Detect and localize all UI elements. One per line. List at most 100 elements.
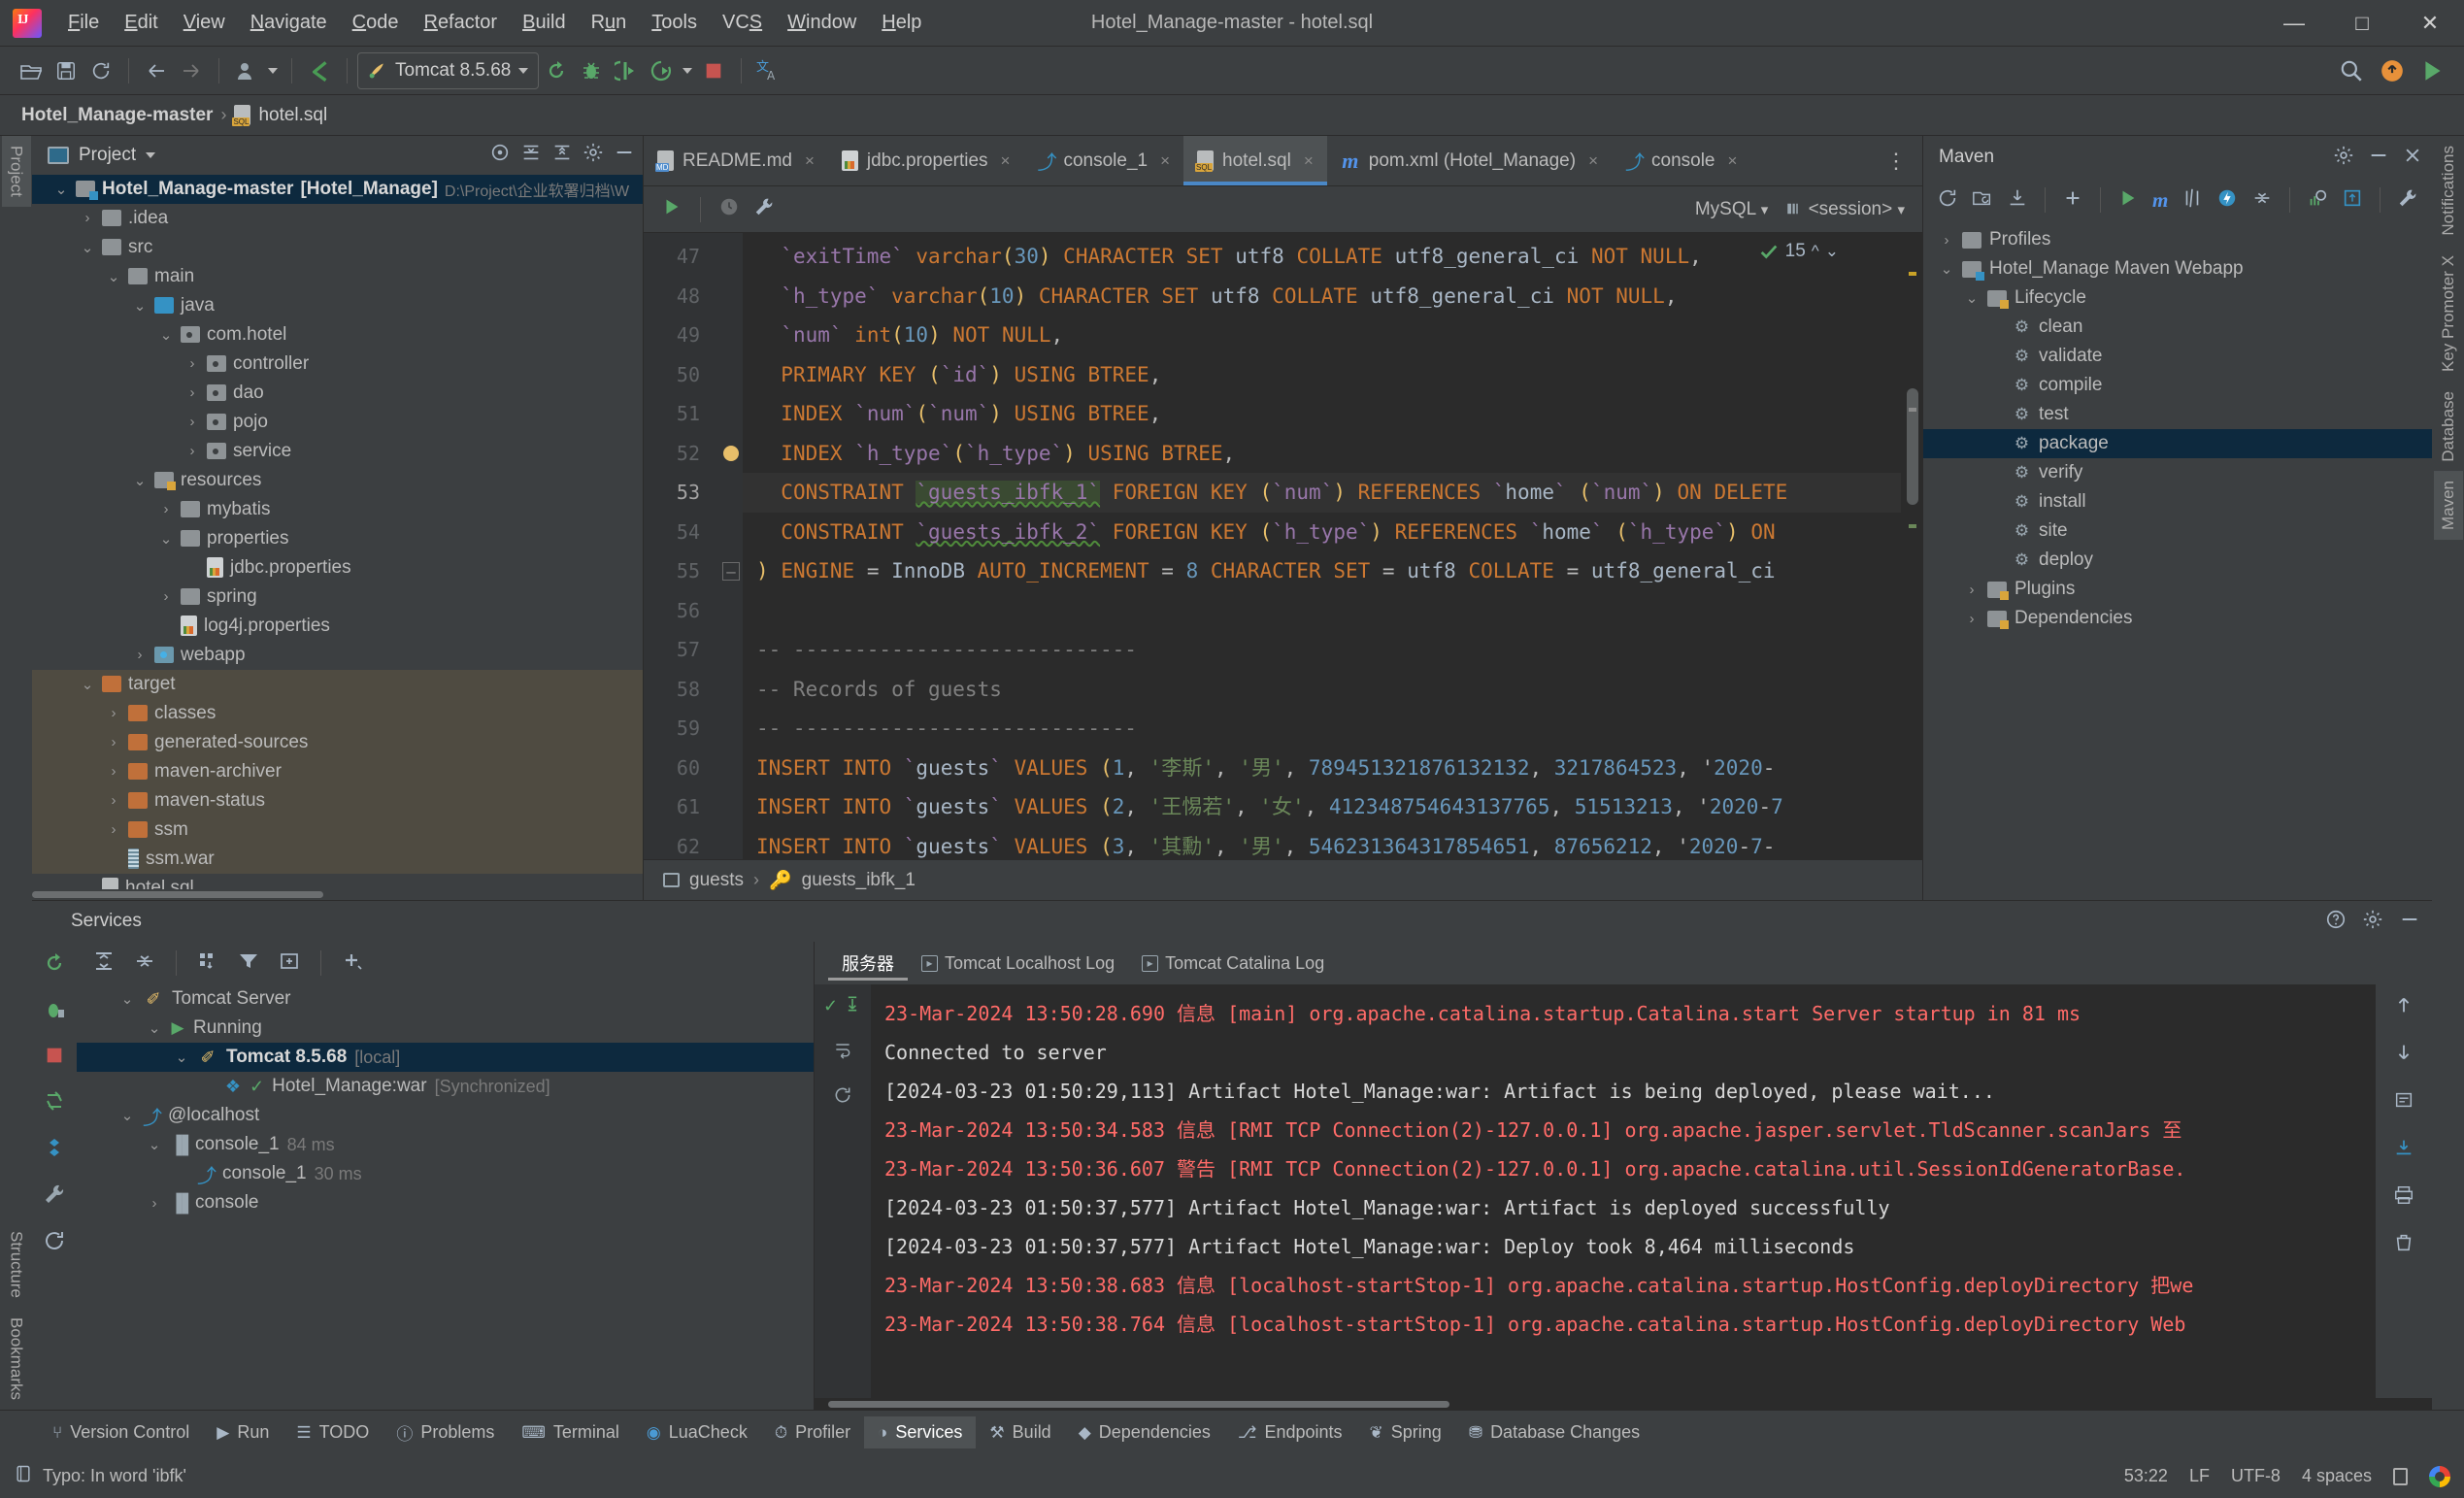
services-tree-item-console[interactable]: › ▐▌ console bbox=[77, 1188, 814, 1217]
forward-arrow-icon[interactable] bbox=[174, 53, 209, 88]
log-tab-tomcat-catalina-log[interactable]: ▸ Tomcat Catalina Log bbox=[1128, 949, 1338, 978]
breadcrumb-table[interactable]: guests bbox=[689, 870, 744, 891]
debug-icon[interactable] bbox=[43, 998, 66, 1026]
close-tab-icon[interactable]: × bbox=[1588, 151, 1598, 171]
chevron-right-icon[interactable]: › bbox=[184, 414, 200, 430]
chevron-down-icon[interactable]: ⌄ bbox=[147, 1136, 162, 1153]
execute-query-icon[interactable] bbox=[661, 196, 683, 222]
collapse-all-icon[interactable] bbox=[2251, 187, 2273, 214]
chevron-right-icon[interactable]: › bbox=[106, 734, 121, 750]
collapse-all-icon[interactable] bbox=[133, 949, 156, 978]
close-tab-icon[interactable]: × bbox=[1304, 151, 1314, 171]
project-tree-item-maven-status[interactable]: › maven-status bbox=[32, 785, 643, 816]
project-tree-item-java[interactable]: ⌄ java bbox=[32, 291, 643, 320]
back-arrow-icon[interactable] bbox=[139, 53, 174, 88]
code-line[interactable]: -- Records of guests bbox=[743, 670, 1922, 710]
maven-tree-item-hotel-manage-maven-webapp[interactable]: ⌄ Hotel_Manage Maven Webapp bbox=[1923, 254, 2432, 283]
project-tree-item-maven-archiver[interactable]: › maven-archiver bbox=[32, 756, 643, 786]
code-line[interactable]: `exitTime` varchar(30) CHARACTER SET utf… bbox=[743, 237, 1922, 277]
generate-sources-icon[interactable] bbox=[1972, 187, 1993, 214]
code-line[interactable]: -- ---------------------------- bbox=[743, 630, 1922, 670]
editor-tab-options-icon[interactable]: ⋮ bbox=[1870, 136, 1922, 185]
chevron-right-icon[interactable]: · bbox=[158, 617, 174, 634]
redeploy-icon[interactable] bbox=[43, 1089, 66, 1117]
menu-edit[interactable]: Edit bbox=[112, 8, 170, 38]
maven-tree-item-plugins[interactable]: › Plugins bbox=[1923, 575, 2432, 604]
inspection-widget[interactable]: 15 ^ ⌄ bbox=[1758, 241, 1839, 262]
project-settings-gear-icon[interactable] bbox=[583, 142, 604, 168]
intention-bulb-icon[interactable] bbox=[719, 434, 743, 474]
tool-window-database-changes[interactable]: ⛃ Database Changes bbox=[1455, 1416, 1653, 1448]
caret-position[interactable]: 53:22 bbox=[2124, 1466, 2168, 1486]
project-horizontal-scrollbar[interactable] bbox=[32, 889, 643, 900]
restart-icon[interactable] bbox=[833, 1085, 852, 1110]
services-tree-item-hotel_manage:war[interactable]: ❖ ✓ Hotel_Manage:war [Synchronized] bbox=[77, 1072, 814, 1101]
undo-icon[interactable] bbox=[302, 53, 337, 88]
services-tree-item-@localhost[interactable]: ⌄ ⤴ @localhost bbox=[77, 1101, 814, 1130]
chevron-right-icon[interactable]: › bbox=[184, 443, 200, 459]
services-help-icon[interactable] bbox=[2325, 909, 2347, 935]
project-tree-item-ssm-war[interactable]: · ssm.war bbox=[32, 844, 643, 874]
project-tree-item-spring[interactable]: › spring bbox=[32, 583, 643, 612]
line-separator[interactable]: LF bbox=[2189, 1466, 2210, 1486]
select-opened-file-icon[interactable] bbox=[489, 142, 511, 168]
minimize-button[interactable]: — bbox=[2260, 0, 2328, 47]
filter-icon[interactable] bbox=[237, 949, 260, 978]
menu-navigate[interactable]: Navigate bbox=[238, 8, 340, 38]
project-tree-item-main[interactable]: ⌄ main bbox=[32, 262, 643, 291]
chevron-right-icon[interactable]: · bbox=[106, 850, 121, 867]
code-line[interactable]: INSERT INTO `guests` VALUES (2, '王惕若', '… bbox=[743, 787, 1922, 827]
tool-window-dependencies[interactable]: ◆ Dependencies bbox=[1065, 1416, 1224, 1448]
project-tree-item-resources[interactable]: ⌄ resources bbox=[32, 466, 643, 495]
menu-vcs[interactable]: VCS bbox=[710, 8, 775, 38]
code-line[interactable]: CONSTRAINT `guests_ibfk_2` FOREIGN KEY (… bbox=[743, 513, 1922, 552]
chevron-down-icon[interactable]: ⌄ bbox=[1939, 260, 1954, 278]
settings-wrench-icon[interactable] bbox=[43, 1182, 66, 1211]
sidebar-item-structure[interactable]: Structure bbox=[2, 1221, 31, 1308]
project-tree-item-log4j-properties[interactable]: · log4j.properties bbox=[32, 612, 643, 641]
group-by-icon[interactable] bbox=[196, 949, 219, 978]
run-maven-build-icon[interactable] bbox=[2117, 187, 2139, 214]
editor-tab-console[interactable]: ⤴ console × bbox=[1612, 136, 1750, 185]
tool-window-endpoints[interactable]: ⎇ Endpoints bbox=[1224, 1416, 1356, 1448]
maven-tree-item-deploy[interactable]: ⚙ deploy bbox=[1923, 546, 2432, 575]
breadcrumb-file[interactable]: hotel.sql bbox=[258, 105, 327, 126]
toggle-offline-mode-icon[interactable] bbox=[2216, 187, 2238, 214]
chevron-right-icon[interactable]: · bbox=[184, 559, 200, 576]
soft-wrap-toggle-icon[interactable] bbox=[2393, 1089, 2414, 1115]
sync-icon[interactable] bbox=[83, 53, 118, 88]
run-icon[interactable] bbox=[539, 53, 574, 88]
maven-tree-item-lifecycle[interactable]: ⌄ Lifecycle bbox=[1923, 283, 2432, 313]
services-tree-item-console_1[interactable]: ⌄ ▐▌ console_1 84 ms bbox=[77, 1130, 814, 1159]
log-tab--[interactable]: 服务器 bbox=[828, 947, 908, 981]
tool-window-spring[interactable]: ❦ Spring bbox=[1356, 1416, 1455, 1448]
datasource-settings-wrench-icon[interactable] bbox=[753, 196, 775, 222]
project-tree[interactable]: ⌄ Hotel_Manage-master [Hotel_Manage] D:\Pro… bbox=[32, 174, 643, 889]
close-tab-icon[interactable]: × bbox=[1728, 151, 1738, 171]
chevron-down-icon[interactable]: ⌄ bbox=[158, 530, 174, 548]
code-line[interactable]: ) ENGINE = InnoDB AUTO_INCREMENT = 8 CHA… bbox=[743, 551, 1922, 591]
chevron-right-icon[interactable]: › bbox=[132, 647, 148, 663]
sidebar-item-project[interactable]: Project bbox=[1, 136, 31, 207]
file-encoding[interactable]: UTF-8 bbox=[2231, 1466, 2281, 1486]
editor-tab-readme-md[interactable]: README.md × bbox=[644, 136, 828, 185]
maven-tree-item-package[interactable]: ⚙ package bbox=[1923, 429, 2432, 458]
tool-window-profiler[interactable]: ⏱ Profiler bbox=[761, 1416, 864, 1448]
refresh-icon[interactable] bbox=[43, 1229, 66, 1257]
maven-tree[interactable]: › Profiles ⌄ Hotel_Manage Maven Webapp ⌄ Life… bbox=[1923, 221, 2432, 900]
maven-hide-icon[interactable] bbox=[2368, 145, 2389, 171]
sidebar-item-bookmarks[interactable]: Bookmarks bbox=[2, 1308, 31, 1410]
editor-tab-console-1[interactable]: ⤴ console_1 × bbox=[1023, 136, 1183, 185]
chevron-right-icon[interactable]: › bbox=[147, 1195, 162, 1212]
project-tree-item-mybatis[interactable]: › mybatis bbox=[32, 495, 643, 524]
maven-settings-gear-icon[interactable] bbox=[2333, 145, 2354, 171]
close-tab-icon[interactable]: × bbox=[1160, 151, 1170, 171]
translate-icon[interactable]: 文A bbox=[751, 53, 786, 88]
add-service-view-icon[interactable] bbox=[278, 949, 301, 978]
expand-diagram-icon[interactable] bbox=[2342, 187, 2363, 214]
project-tree-item-service[interactable]: › service bbox=[32, 437, 643, 466]
run-with-coverage-icon[interactable] bbox=[609, 53, 644, 88]
profile-dropdown-icon[interactable] bbox=[264, 53, 282, 88]
maven-settings-wrench-icon[interactable] bbox=[2397, 187, 2418, 214]
expand-all-icon[interactable] bbox=[520, 142, 542, 168]
